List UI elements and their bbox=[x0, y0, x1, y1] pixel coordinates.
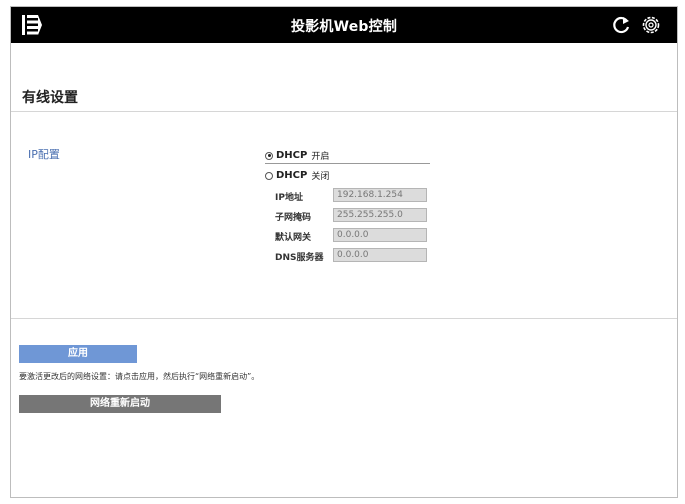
radio-selected-icon bbox=[265, 151, 273, 160]
ip-config-label: IP配置 bbox=[28, 148, 60, 161]
network-restart-button[interactable]: 网络重新启动 bbox=[19, 395, 221, 413]
hint-text: 要激活更改后的网络设置：请点击应用，然后执行“网络重新启动”。 bbox=[19, 372, 260, 381]
gear-icon[interactable] bbox=[640, 14, 662, 36]
top-bar: 投影机Web控制 bbox=[11, 7, 677, 43]
gateway-label: 默认网关 bbox=[275, 233, 312, 243]
divider bbox=[11, 111, 677, 112]
subnet-mask-field[interactable] bbox=[333, 208, 427, 222]
apply-button[interactable]: 应用 bbox=[19, 345, 137, 363]
refresh-icon[interactable] bbox=[610, 14, 632, 36]
radio-unselected-icon bbox=[265, 171, 273, 180]
subnet-mask-label: 子网掩码 bbox=[275, 213, 312, 223]
app-title: 投影机Web控制 bbox=[290, 19, 398, 35]
dhcp-label: DHCP bbox=[276, 150, 308, 161]
dhcp-on-state: 开启 bbox=[311, 152, 330, 162]
dns-server-field[interactable] bbox=[333, 248, 427, 262]
dhcp-on-radio[interactable]: DHCP 开启 bbox=[265, 149, 329, 162]
ip-address-label: IP地址 bbox=[275, 193, 303, 203]
dns-server-label: DNS服务器 bbox=[275, 253, 324, 263]
dhcp-off-state: 关闭 bbox=[311, 172, 330, 182]
radio-divider bbox=[265, 163, 430, 164]
ip-address-field[interactable] bbox=[333, 188, 427, 202]
section-title: 有线设置 bbox=[22, 90, 78, 106]
dhcp-off-radio[interactable]: DHCP 关闭 bbox=[265, 169, 329, 182]
gateway-field[interactable] bbox=[333, 228, 427, 242]
dhcp-label: DHCP bbox=[276, 170, 308, 181]
divider bbox=[11, 318, 677, 319]
app-window: 投影机Web控制 有线设置 IP配置 DHCP 开启 DHCP 关闭 IP地址 … bbox=[10, 6, 678, 498]
